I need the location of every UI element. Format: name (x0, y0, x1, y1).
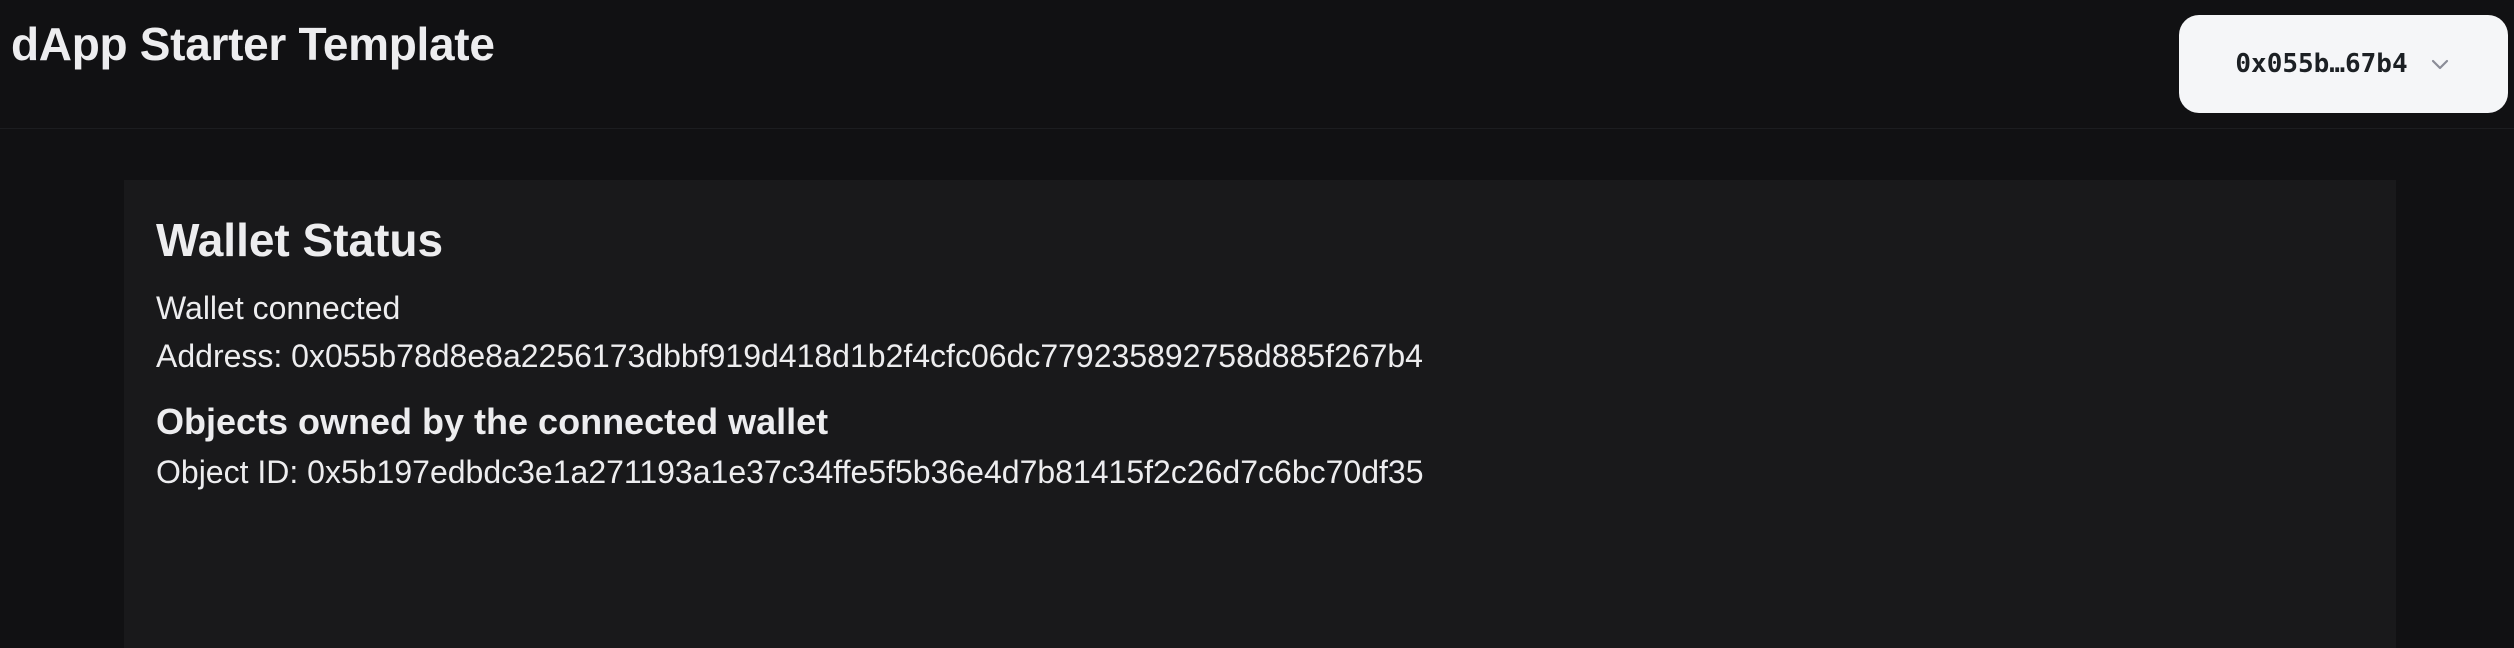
app-title: dApp Starter Template (11, 18, 495, 70)
wallet-address-line: Address: 0x055b78d8e8a2256173dbbf919d418… (156, 338, 1423, 374)
chevron-down-icon (2428, 52, 2452, 76)
wallet-connect-button[interactable]: 0x055b…67b4 (2179, 15, 2508, 113)
wallet-button-label: 0x055b…67b4 (2235, 49, 2408, 79)
connection-status-text: Wallet connected (156, 290, 401, 326)
app-page: dApp Starter Template 0x055b…67b4 Wallet… (0, 0, 2514, 648)
wallet-status-card: Wallet Status Wallet connected Address: … (124, 180, 2396, 648)
owned-object-item: Object ID: 0x5b197edbdc3e1a271193a1e37c3… (156, 454, 1424, 490)
wallet-status-title: Wallet Status (156, 214, 444, 266)
top-header: dApp Starter Template 0x055b…67b4 (0, 0, 2514, 129)
main-content: Wallet Status Wallet connected Address: … (0, 130, 2514, 648)
owned-objects-heading: Objects owned by the connected wallet (156, 401, 829, 442)
